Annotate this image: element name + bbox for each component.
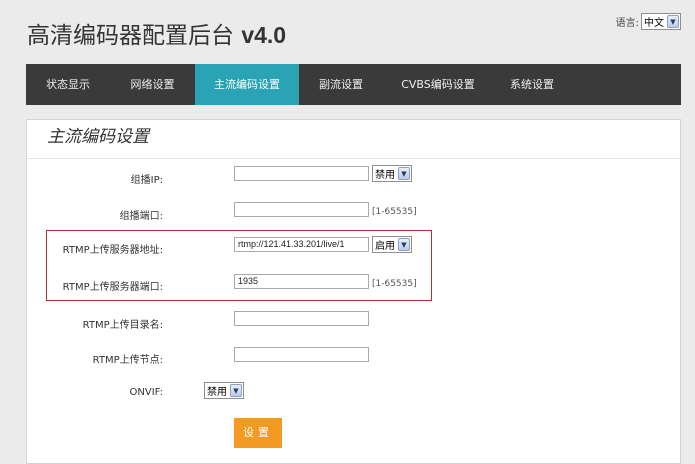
- chevron-down-icon: ▼: [398, 238, 410, 251]
- nav-item-cvbs[interactable]: CVBS编码设置: [383, 64, 493, 105]
- nav-item-main-stream[interactable]: 主流编码设置: [195, 64, 299, 105]
- chevron-down-icon: ▼: [230, 384, 242, 397]
- multicast-ip-label: 组播IP:: [130, 175, 163, 186]
- nav-item-sub-stream[interactable]: 副流设置: [299, 64, 383, 105]
- main-nav: 状态显示 网络设置 主流编码设置 副流设置 CVBS编码设置 系统设置: [26, 64, 681, 105]
- language-switcher: 语言: 中文 ▼: [616, 13, 681, 30]
- multicast-port-input[interactable]: [234, 202, 369, 217]
- language-select[interactable]: 中文 ▼: [641, 13, 681, 30]
- rtmp-dir-input[interactable]: [234, 311, 369, 326]
- onvif-label: ONVIF:: [129, 387, 164, 398]
- language-label: 语言:: [615, 18, 639, 29]
- rtmp-enable-select[interactable]: 启用 ▼: [372, 236, 412, 253]
- panel-title: 主流编码设置: [47, 127, 149, 147]
- rtmp-address-input[interactable]: rtmp://121.41.33.201/live/1: [234, 237, 369, 252]
- nav-item-system[interactable]: 系统设置: [493, 64, 571, 105]
- nav-item-network[interactable]: 网络设置: [110, 64, 195, 105]
- multicast-enable-select[interactable]: 禁用 ▼: [372, 165, 412, 182]
- rtmp-node-input[interactable]: [234, 347, 369, 362]
- rtmp-dir-label: RTMP上传目录名:: [82, 320, 163, 331]
- onvif-select[interactable]: 禁用 ▼: [204, 382, 244, 399]
- rtmp-address-label: RTMP上传服务器地址:: [62, 245, 163, 256]
- settings-panel: 主流编码设置 组播IP: 禁用 ▼ 组播端口: [1-65535] RTMP上传…: [26, 119, 681, 464]
- chevron-down-icon: ▼: [398, 167, 410, 180]
- multicast-port-label: 组播端口:: [119, 211, 163, 222]
- rtmp-port-hint: [1-65535]: [372, 279, 417, 289]
- rtmp-port-input[interactable]: 1935: [234, 274, 369, 289]
- divider: [27, 158, 680, 159]
- submit-button[interactable]: 设置: [234, 418, 282, 448]
- chevron-down-icon: ▼: [667, 15, 679, 28]
- rtmp-node-label: RTMP上传节点:: [92, 355, 163, 366]
- multicast-ip-input[interactable]: [234, 166, 369, 181]
- rtmp-port-label: RTMP上传服务器端口:: [62, 282, 163, 293]
- nav-item-status[interactable]: 状态显示: [26, 64, 110, 105]
- page-title: 高清编码器配置后台 v4.0: [27, 22, 287, 49]
- multicast-port-hint: [1-65535]: [372, 207, 417, 217]
